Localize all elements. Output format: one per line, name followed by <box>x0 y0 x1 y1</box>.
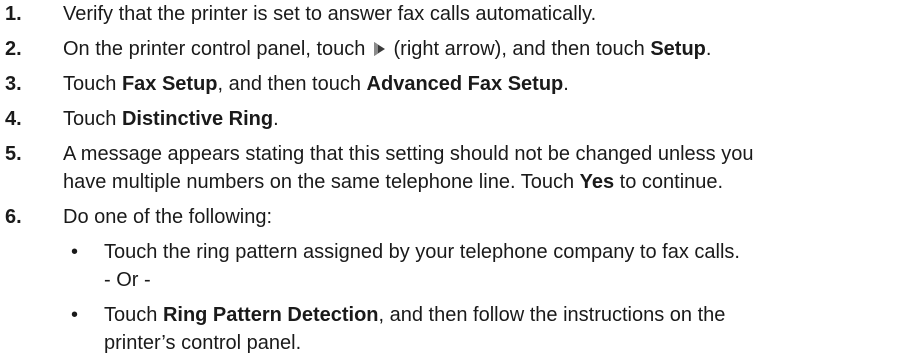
bullet: • <box>71 241 79 263</box>
step-text: Verify that the printer is set to answer… <box>63 0 893 28</box>
text-run: Touch the ring pattern assigned by your … <box>104 241 740 263</box>
step-text: On the printer control panel, touch (rig… <box>63 35 893 63</box>
step-text: Touch Fax Setup, and then touch Advanced… <box>63 70 893 98</box>
step-number: 2. <box>5 38 22 60</box>
text-run: have multiple numbers on the same teleph… <box>63 171 580 193</box>
bold-term: Advanced Fax Setup <box>366 73 564 95</box>
step-text: Do one of the following: <box>63 203 893 231</box>
bullet: • <box>71 304 79 326</box>
text-run: Touch <box>104 304 163 326</box>
or-separator: - Or - <box>104 266 151 294</box>
text-run: (right arrow), and then touch <box>387 38 651 60</box>
text-run: , and then touch <box>217 73 367 95</box>
text-run: - Or - <box>104 269 151 291</box>
text-run: A message appears stating that this sett… <box>63 143 754 165</box>
step-number: 3. <box>5 73 22 95</box>
bold-term: Ring Pattern Detection <box>162 304 379 326</box>
bold-term: Fax Setup <box>121 73 218 95</box>
text-run: to continue. <box>614 171 724 193</box>
text-run: Do one of the following: <box>63 206 273 228</box>
option-text: printer’s control panel. <box>104 329 301 357</box>
text-run: . <box>705 38 712 60</box>
text-run: printer’s control panel. <box>104 332 302 354</box>
step-number: 6. <box>5 206 22 228</box>
step-number: 1. <box>5 3 22 25</box>
text-run: . <box>273 108 279 130</box>
step-text: have multiple numbers on the same teleph… <box>63 168 893 196</box>
right-arrow-icon <box>372 37 386 56</box>
text-run: On the printer control panel, touch <box>63 38 371 60</box>
text-run: Touch <box>63 108 122 130</box>
text-run: Verify that the printer is set to answer… <box>63 3 597 25</box>
text-run: . <box>563 73 569 95</box>
step-number: 4. <box>5 108 22 130</box>
step-text: Touch Distinctive Ring. <box>63 105 893 133</box>
bold-term: Setup <box>650 38 706 60</box>
bold-term: Distinctive Ring <box>121 108 274 130</box>
text-run: , and then follow the instructions on th… <box>378 304 726 326</box>
option-text: Touch the ring pattern assigned by your … <box>104 238 740 266</box>
option-text: Touch Ring Pattern Detection, and then f… <box>104 301 725 329</box>
bold-term: Yes <box>579 171 615 193</box>
text-run: Touch <box>63 73 122 95</box>
step-number: 5. <box>5 143 22 165</box>
step-text: A message appears stating that this sett… <box>63 140 893 168</box>
